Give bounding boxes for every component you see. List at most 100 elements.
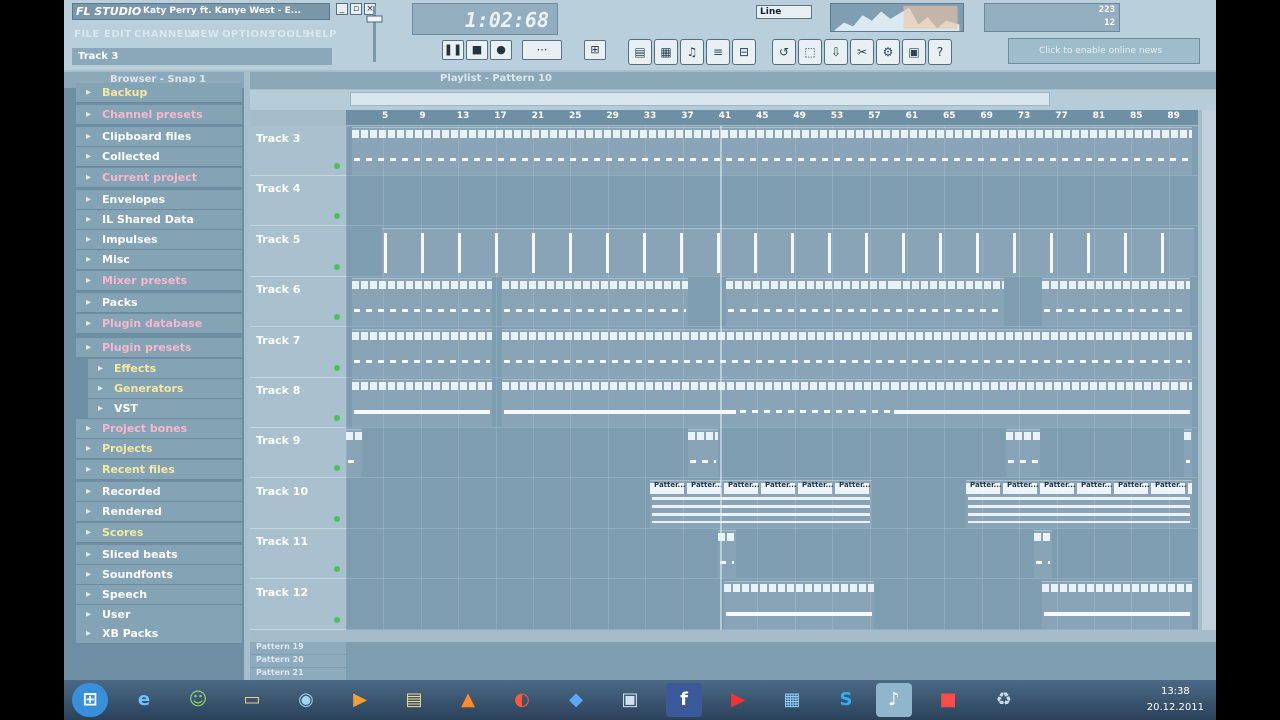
pause-icon[interactable]: ❚❚ <box>442 40 464 60</box>
pattern-row[interactable]: Pattern 20 <box>250 655 346 667</box>
track-led-icon[interactable] <box>334 364 340 371</box>
master-volume-slider[interactable] <box>364 4 386 64</box>
track-header[interactable]: Track 12 <box>250 579 346 630</box>
vertical-scrollbar[interactable] <box>1202 110 1216 630</box>
track-led-icon[interactable] <box>334 465 340 472</box>
pattern-clip[interactable] <box>688 429 718 478</box>
online-news-panel[interactable]: Click to enable online news <box>1008 38 1200 64</box>
explorer-icon[interactable]: ▤ <box>396 683 432 717</box>
track-header[interactable]: Track 5 <box>250 226 346 277</box>
browser-item[interactable]: ▸ Plugin presets <box>76 338 242 358</box>
track-header[interactable]: Track 8 <box>250 378 346 428</box>
track-led-icon[interactable] <box>334 515 340 522</box>
browser-item[interactable]: ▸ Speech <box>76 585 242 605</box>
track-led-icon[interactable] <box>334 314 340 321</box>
playlist-grid[interactable]: Patter... Patter... Patter... Patter... Patt… <box>346 126 1198 630</box>
tempo-display[interactable]: ⋯ <box>522 40 562 60</box>
recorder-icon[interactable]: ■ <box>930 683 966 717</box>
export-icon[interactable]: ⇩ <box>824 39 848 65</box>
menu-tools[interactable]: TOOLS <box>270 26 310 43</box>
store-icon[interactable]: ▦ <box>774 683 810 717</box>
track-header[interactable]: Track 10 <box>250 478 346 529</box>
browser-item[interactable]: ▸ Effects <box>88 359 242 379</box>
pattern-clip[interactable]: Patter... Patter... Patter... Patter... Patt… <box>650 479 872 528</box>
browser-item[interactable]: ▸ User <box>76 605 242 625</box>
pattern-clip[interactable] <box>352 278 492 327</box>
browser-icon[interactable]: ⊟ <box>732 39 756 65</box>
menu-options[interactable]: OPTIONS <box>222 26 276 43</box>
restore-icon[interactable]: ▫ <box>350 3 362 15</box>
browser-item[interactable]: ▸ Mixer presets <box>76 271 242 291</box>
track-header[interactable]: Track 9 <box>250 428 346 479</box>
pattern-clip[interactable] <box>724 580 874 629</box>
playhead[interactable] <box>720 126 722 630</box>
media-player-icon[interactable]: ◉ <box>288 683 324 717</box>
stop-icon[interactable]: ■ <box>466 40 488 60</box>
save-icon[interactable]: ⬚ <box>798 39 822 65</box>
pattern-clip[interactable] <box>1042 278 1190 327</box>
record-icon[interactable]: ● <box>490 40 512 60</box>
video-icon[interactable]: ▶ <box>342 683 378 717</box>
settings-icon[interactable]: ⚙ <box>876 39 900 65</box>
vlc-icon[interactable]: ▲ <box>450 683 486 717</box>
browser-item[interactable]: ▸ Current project <box>76 168 242 188</box>
track-header[interactable]: Track 3 <box>250 126 346 176</box>
browser-item[interactable]: ▸ Soundfonts <box>76 565 242 585</box>
recycle-bin-icon[interactable]: ♻ <box>986 683 1022 717</box>
browser-item[interactable]: ▸ XB Packs <box>76 624 242 644</box>
internet-explorer-icon[interactable]: e <box>126 683 162 717</box>
pattern-clip[interactable] <box>352 127 1192 175</box>
fl-studio-taskbar-icon[interactable]: ♪ <box>876 683 912 717</box>
pattern-clip[interactable] <box>1034 530 1052 579</box>
youtube-icon[interactable]: ▶ <box>720 683 756 717</box>
system-clock[interactable]: 13:38 20.12.2011 <box>1147 684 1204 716</box>
track-header[interactable]: Track 11 <box>250 529 346 580</box>
snap-mode-select[interactable]: Line <box>756 5 812 19</box>
browser-item[interactable]: ▸ Recent files <box>76 460 242 480</box>
tools-icon[interactable]: ✂ <box>850 39 874 65</box>
minimize-icon[interactable]: _ <box>336 3 348 15</box>
pattern-clip[interactable] <box>352 328 492 377</box>
pattern-clip[interactable] <box>502 379 738 427</box>
browser-item[interactable]: ▸ VST <box>88 399 242 419</box>
horizontal-scrollbar[interactable] <box>350 92 1050 106</box>
playlist-icon[interactable]: ▤ <box>628 39 652 65</box>
track-lane[interactable] <box>346 529 1198 580</box>
pattern-clip[interactable] <box>894 278 1004 327</box>
browser-item[interactable]: ▸ Envelopes <box>76 190 242 210</box>
browser-item[interactable]: ▸ Packs <box>76 293 242 313</box>
pattern-selector[interactable]: ⊞ <box>584 40 606 60</box>
info-icon[interactable]: ▣ <box>902 39 926 65</box>
browser-item[interactable]: ▸ Misc <box>76 250 242 270</box>
track-lane[interactable] <box>346 428 1198 479</box>
piano-roll-icon[interactable]: ♫ <box>680 39 704 65</box>
track-led-icon[interactable] <box>334 163 340 169</box>
track-led-icon[interactable] <box>334 415 340 421</box>
undo-icon[interactable]: ↺ <box>772 39 796 65</box>
mixer-icon[interactable]: ≡ <box>706 39 730 65</box>
help-icon[interactable]: ? <box>928 39 952 65</box>
menu-view[interactable]: VIEW <box>188 26 219 43</box>
timeline-ruler[interactable]: 5 9 13 17 21 25 29 33 37 41 45 49 53 57 61 65 69 73 77 81 85… <box>346 110 1198 125</box>
step-sequencer-icon[interactable]: ▦ <box>654 39 678 65</box>
browser-item[interactable]: ▸ Scores <box>76 523 242 543</box>
track-led-icon[interactable] <box>334 213 340 220</box>
facebook-icon[interactable]: f <box>666 683 702 717</box>
browser-item[interactable]: ▸ Sliced beats <box>76 545 242 565</box>
pattern-clip[interactable] <box>1006 429 1040 478</box>
pattern-clip[interactable] <box>1184 429 1192 478</box>
messenger-icon[interactable]: ☺ <box>180 683 216 717</box>
browser-item[interactable]: ▸ Projects <box>76 439 242 459</box>
pattern-clip[interactable]: Patter... Patter... Patter... Patter... Patt… <box>966 479 1192 528</box>
browser-item[interactable]: ▸ Channel presets <box>76 105 242 125</box>
pattern-clip[interactable] <box>892 379 1192 427</box>
pattern-clip[interactable] <box>1042 580 1192 629</box>
menu-file[interactable]: FILE <box>74 26 100 43</box>
browser-item[interactable]: ▸ IL Shared Data <box>76 210 242 230</box>
browser-item[interactable]: ▸ Impulses <box>76 230 242 250</box>
track-lane[interactable] <box>346 176 1198 227</box>
download-icon[interactable]: ◆ <box>558 683 594 717</box>
browser-item[interactable]: ▸ Clipboard files <box>76 127 242 147</box>
browser-item[interactable]: ▸ Recorded <box>76 482 242 502</box>
track-led-icon[interactable] <box>334 616 340 623</box>
